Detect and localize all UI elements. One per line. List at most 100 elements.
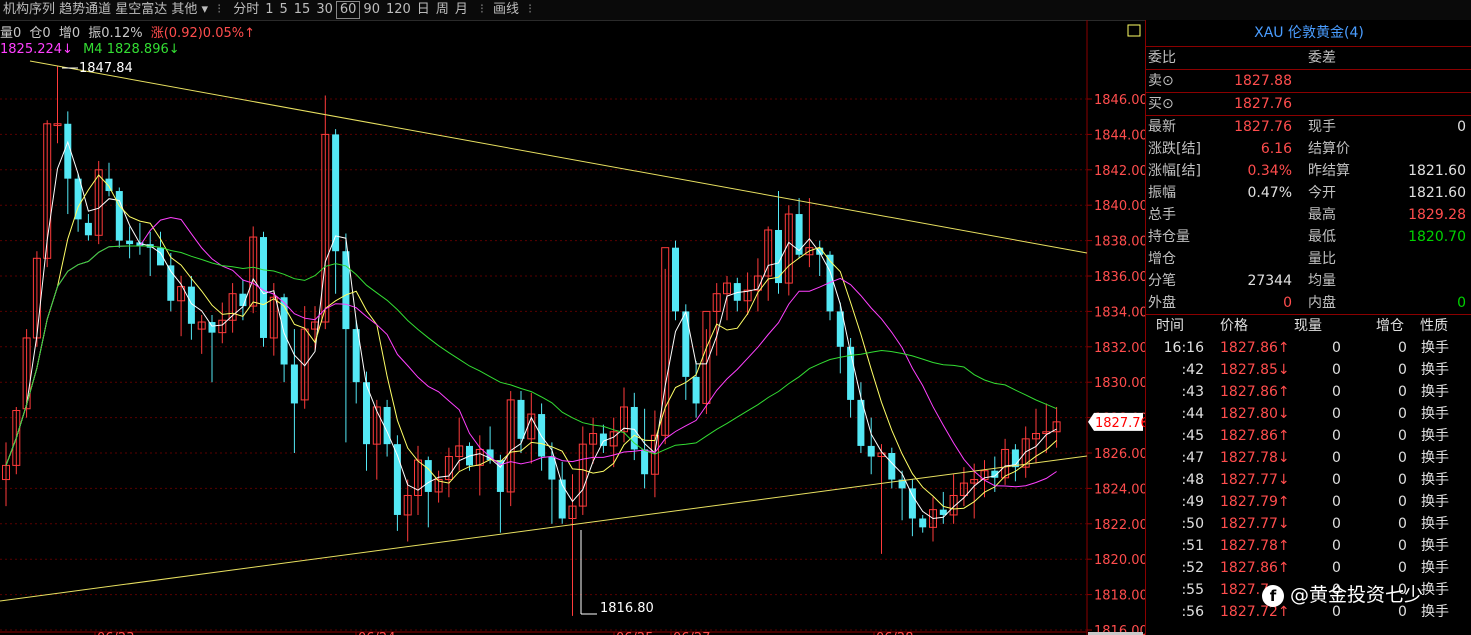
candle-body <box>84 222 92 236</box>
candle-body <box>888 453 896 480</box>
tick-type: 换手 <box>1421 340 1449 356</box>
stat-row: 总手 最高 1829.28 <box>1146 204 1471 226</box>
tick-volume: 0 <box>1332 538 1341 554</box>
stat-label: 持仓量 <box>1148 229 1190 245</box>
period-tab[interactable]: 60 <box>335 1 361 19</box>
weibi-label: 委比 <box>1148 50 1176 66</box>
stat-value-2: 1821.60 <box>1408 185 1466 201</box>
period-tab[interactable]: 分时 <box>230 0 262 20</box>
tick-header[interactable]: 时间 <box>1156 315 1184 337</box>
tick-time: :52 <box>1181 560 1204 576</box>
y-axis-label: 1834.00 <box>1094 305 1145 320</box>
tick-row[interactable]: :50 1827.77↓ 0 0 换手 <box>1146 513 1471 535</box>
stat-value-2: 1829.28 <box>1408 207 1466 223</box>
stat-label-2: 今开 <box>1308 185 1336 201</box>
toolbar-left-menus[interactable]: 机构序列 趋势通道 星空富达 其他 ▾ <box>0 0 211 20</box>
tick-oi-change: 0 <box>1398 450 1407 466</box>
candle-body <box>682 311 690 377</box>
x-axis-label: 06/24 <box>358 631 395 635</box>
period-tab[interactable]: 15 <box>291 0 314 20</box>
tick-volume: 0 <box>1332 516 1341 532</box>
period-tab[interactable]: 月 <box>452 0 471 20</box>
tick-row[interactable]: 16:16 1827.86↑ 0 0 换手 <box>1146 337 1471 359</box>
candle-body <box>332 134 340 252</box>
tick-row[interactable]: :47 1827.78↓ 0 0 换手 <box>1146 447 1471 469</box>
candle-body <box>115 191 123 241</box>
tick-type: 换手 <box>1421 450 1449 466</box>
period-tab[interactable]: 120 <box>383 0 414 20</box>
period-tab[interactable]: 周 <box>433 0 452 20</box>
tick-header[interactable]: 价格 <box>1220 315 1248 337</box>
tick-oi-change: 0 <box>1398 560 1407 576</box>
candle-body <box>919 518 927 528</box>
tick-type: 换手 <box>1421 384 1449 400</box>
tick-list[interactable]: 时间 价格 现量 增仓 性质 16:16 1827.86↑ 0 0 换手:42 1827.85↓ 0 0… <box>1146 315 1471 623</box>
stat-label-2: 现手 <box>1308 119 1336 135</box>
stat-row: 最新 1827.76 现手 0 <box>1146 116 1471 138</box>
ma3-readout: 1825.224↓ <box>0 42 73 57</box>
tick-oi-change: 0 <box>1398 494 1407 510</box>
tick-row[interactable]: :49 1827.79↑ 0 0 换手 <box>1146 491 1471 513</box>
tick-volume: 0 <box>1332 384 1341 400</box>
candle-body <box>126 240 134 245</box>
tick-time: 16:16 <box>1163 340 1204 356</box>
ma4-readout: 1828.896↓ <box>106 42 180 57</box>
y-axis-label: 1844.00 <box>1094 128 1145 143</box>
period-tab[interactable]: 日 <box>414 0 433 20</box>
open-interest-readout: 仓0 <box>29 26 51 41</box>
instrument-title: XAU 伦敦黄金(4) <box>1146 20 1471 47</box>
candlestick-chart[interactable]: 1846.00 1844.00 1842.00 1840.00 1838.00 1836.… <box>0 20 1145 635</box>
tick-oi-change: 0 <box>1398 428 1407 444</box>
tick-volume: 0 <box>1332 340 1341 356</box>
stat-row: 涨跌[结] 6.16 结算价 <box>1146 138 1471 160</box>
upper-trend-line <box>29 60 1088 254</box>
buy-row: 买⊙ 1827.76 <box>1146 93 1471 115</box>
tick-row[interactable]: :52 1827.86↑ 0 0 换手 <box>1146 557 1471 579</box>
candle-body <box>672 247 679 312</box>
info-line: 量0 仓0 增0 振0.12% 涨(0.92)0.05%↑ <box>0 22 259 42</box>
tick-type: 换手 <box>1421 428 1449 444</box>
ma4-label: M4 <box>83 42 103 57</box>
tick-header[interactable]: 现量 <box>1294 315 1322 337</box>
y-axis-label: 1842.00 <box>1094 164 1145 179</box>
period-tab[interactable]: 90 <box>360 0 383 20</box>
tick-type: 换手 <box>1421 582 1449 598</box>
y-axis-label: 1818.00 <box>1094 589 1145 604</box>
toolbar-separator: ⁝ <box>528 2 533 17</box>
period-tab[interactable]: 30 <box>313 0 336 20</box>
tick-type: 换手 <box>1421 494 1449 510</box>
tick-oi-change: 0 <box>1398 384 1407 400</box>
tick-row[interactable]: :42 1827.85↓ 0 0 换手 <box>1146 359 1471 381</box>
tick-row[interactable]: :45 1827.86↑ 0 0 换手 <box>1146 425 1471 447</box>
increase-readout: 增0 <box>58 26 81 41</box>
tick-row[interactable]: :51 1827.78↑ 0 0 换手 <box>1146 535 1471 557</box>
stat-row: 振幅 0.47% 今开 1821.60 <box>1146 182 1471 204</box>
tick-row[interactable]: :44 1827.80↓ 0 0 换手 <box>1146 403 1471 425</box>
tick-time: :44 <box>1181 406 1204 422</box>
tick-row[interactable]: :43 1827.86↑ 0 0 换手 <box>1146 381 1471 403</box>
candle-body <box>641 449 649 475</box>
draw-line-button[interactable]: 画线 <box>490 0 522 20</box>
tick-header[interactable]: 性质 <box>1420 315 1448 337</box>
candle-body <box>290 364 298 404</box>
sell-price: 1827.88 <box>1234 73 1292 89</box>
candle-body <box>692 376 700 404</box>
y-axis-label: 1824.00 <box>1094 482 1145 497</box>
stat-label: 总手 <box>1148 207 1176 223</box>
candle-body <box>867 445 875 457</box>
stat-value-2: 1820.70 <box>1408 229 1466 245</box>
candle-body <box>260 237 267 338</box>
watermark-icon: f <box>1262 584 1284 607</box>
stat-label-2: 均量 <box>1308 273 1336 289</box>
period-tab[interactable]: 5 <box>277 0 291 20</box>
tick-row[interactable]: :48 1827.77↓ 0 0 换手 <box>1146 469 1471 491</box>
sell-label: 卖⊙ <box>1148 73 1174 89</box>
tick-time: :43 <box>1181 384 1204 400</box>
period-tab[interactable]: 1 <box>262 0 276 20</box>
tick-time: :50 <box>1181 516 1204 532</box>
tick-header[interactable]: 增仓 <box>1376 315 1404 337</box>
tick-time: :42 <box>1181 362 1204 378</box>
tick-oi-change: 0 <box>1398 516 1407 532</box>
stat-value-2: 0 <box>1457 119 1466 135</box>
tick-time: :45 <box>1181 428 1204 444</box>
